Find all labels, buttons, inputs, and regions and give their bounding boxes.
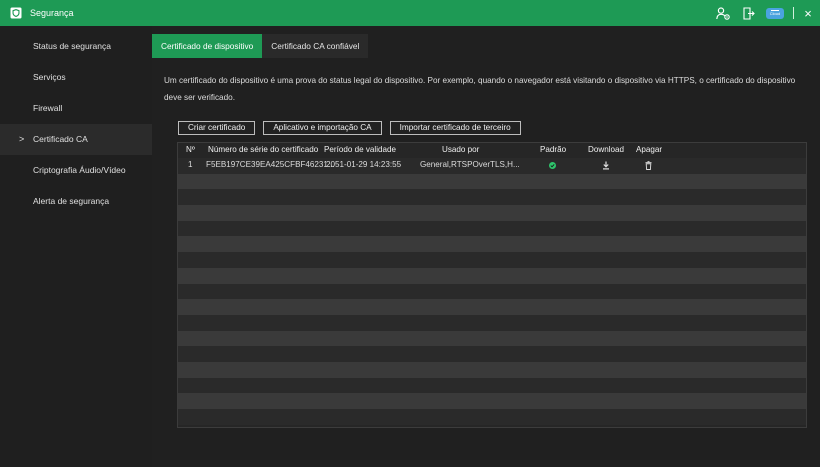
table-row-empty bbox=[178, 283, 806, 300]
table-row-empty bbox=[178, 361, 806, 378]
table-row-empty bbox=[178, 189, 806, 206]
window-title: Segurança bbox=[30, 8, 74, 18]
main-panel: Certificado de dispositivo Certificado C… bbox=[152, 26, 820, 467]
import-third-party-button[interactable]: Importar certificado de terceiro bbox=[389, 121, 521, 135]
close-button[interactable]: × bbox=[800, 4, 816, 22]
cloud-button[interactable]: Cloud bbox=[765, 4, 785, 22]
table-row-empty bbox=[178, 205, 806, 221]
description-text: Um certificado do dispositivo é uma prov… bbox=[164, 76, 796, 102]
shield-icon bbox=[10, 7, 22, 19]
table-row[interactable]: 1 F5EB197CE39EA425CFBF46231... 2051-01-2… bbox=[178, 158, 806, 174]
sidebar-item-label: Criptografia Áudio/Vídeo bbox=[33, 165, 126, 175]
trash-icon[interactable] bbox=[645, 161, 652, 170]
sidebar-item-status[interactable]: Status de segurança bbox=[0, 31, 152, 62]
create-certificate-button[interactable]: Criar certificado bbox=[178, 121, 256, 135]
header-default: Padrão bbox=[540, 145, 567, 154]
cell-used-by: General,RTSPOverTLS,H... bbox=[420, 160, 520, 169]
sidebar-item-label: Status de segurança bbox=[33, 41, 111, 51]
table-row-empty bbox=[178, 346, 806, 362]
header-serial: Número de série do certificado bbox=[208, 145, 319, 154]
user-settings-button[interactable] bbox=[713, 4, 733, 22]
chevron-right-icon: > bbox=[19, 134, 25, 144]
sidebar-item-label: Alerta de segurança bbox=[33, 196, 110, 206]
tab-trusted-ca-certificate[interactable]: Certificado CA confiável bbox=[262, 34, 369, 58]
sidebar: Status de segurança Serviços Firewall > … bbox=[0, 26, 152, 467]
logout-icon bbox=[743, 6, 755, 20]
table-row-empty bbox=[178, 314, 806, 331]
table-row-empty bbox=[178, 409, 806, 425]
table-row-empty bbox=[178, 236, 806, 253]
tab-device-certificate[interactable]: Certificado de dispositivo bbox=[152, 34, 263, 58]
tab-bar: Certificado de dispositivo Certificado C… bbox=[152, 34, 369, 58]
header-delete: Apagar bbox=[636, 145, 663, 154]
cell-number: 1 bbox=[188, 160, 193, 169]
table-row-empty bbox=[178, 267, 806, 284]
title-bar: Segurança Cloud × bbox=[0, 0, 820, 26]
table-row-empty bbox=[178, 330, 806, 347]
header-download: Download bbox=[588, 145, 624, 154]
check-circle-icon bbox=[549, 162, 556, 169]
sidebar-item-ca-certificate[interactable]: > Certificado CA bbox=[0, 124, 152, 155]
table-row-empty bbox=[178, 220, 806, 237]
download-icon[interactable] bbox=[602, 161, 610, 170]
certificate-table: Nº Número de série do certificado Períod… bbox=[177, 142, 807, 428]
cloud-badge-label: Cloud bbox=[769, 11, 781, 16]
sidebar-item-av-encryption[interactable]: Criptografia Áudio/Vídeo bbox=[0, 155, 152, 186]
sidebar-item-label: Certificado CA bbox=[33, 134, 88, 144]
table-row-empty bbox=[178, 393, 806, 409]
header-validity: Período de validade bbox=[324, 145, 396, 154]
header-number: Nº bbox=[186, 145, 195, 154]
sidebar-item-firewall[interactable]: Firewall bbox=[0, 93, 152, 124]
table-row-empty bbox=[178, 252, 806, 268]
table-row-empty bbox=[178, 299, 806, 315]
cloud-icon: Cloud bbox=[766, 7, 784, 19]
sidebar-item-label: Firewall bbox=[33, 103, 63, 113]
table-body: 1 F5EB197CE39EA425CFBF46231... 2051-01-2… bbox=[178, 158, 806, 425]
table-row-empty bbox=[178, 377, 806, 394]
sidebar-item-security-alert[interactable]: Alerta de segurança bbox=[0, 186, 152, 217]
table-header: Nº Número de série do certificado Períod… bbox=[178, 143, 806, 158]
logout-button[interactable] bbox=[739, 4, 759, 22]
action-bar: Criar certificado Aplicativo e importaçã… bbox=[178, 121, 529, 135]
user-settings-icon bbox=[716, 6, 730, 20]
table-row-empty bbox=[178, 173, 806, 190]
sidebar-item-services[interactable]: Serviços bbox=[0, 62, 152, 93]
title-separator bbox=[793, 7, 794, 19]
sidebar-item-label: Serviços bbox=[33, 72, 66, 82]
cell-validity: 2051-01-29 14:23:55 bbox=[326, 160, 402, 169]
apply-import-ca-button[interactable]: Aplicativo e importação CA bbox=[263, 121, 382, 135]
header-used-by: Usado por bbox=[442, 145, 480, 154]
cell-serial: F5EB197CE39EA425CFBF46231... bbox=[206, 160, 335, 169]
